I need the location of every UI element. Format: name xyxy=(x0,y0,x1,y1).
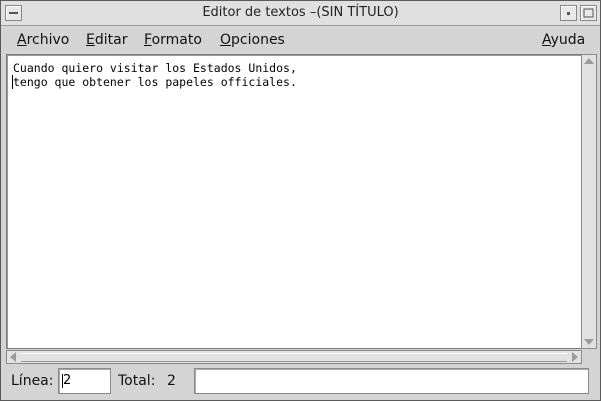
menu-ayuda[interactable]: Ayuda xyxy=(542,26,585,54)
menu-archivo-mnemonic: A xyxy=(17,32,27,48)
horizontal-scrollbar[interactable] xyxy=(6,350,582,364)
menu-editar[interactable]: Editar xyxy=(86,26,127,54)
window-title: Editor de textos –(SIN TÍTULO) xyxy=(202,5,399,20)
menu-ayuda-mnemonic: A xyxy=(542,32,551,48)
status-message-field xyxy=(194,368,589,394)
text-cursor xyxy=(12,75,13,89)
text-editor-area[interactable]: Cuando quiero visitar los Estados Unidos… xyxy=(6,54,582,349)
menu-formato-label: ormato xyxy=(151,32,202,48)
menu-editar-mnemonic: E xyxy=(86,32,95,48)
minimize-icon xyxy=(567,12,570,15)
minimize-button[interactable] xyxy=(560,5,577,21)
editor-line: Cuando quiero visitar los Estados Unidos… xyxy=(13,61,297,75)
scroll-right-arrow-icon[interactable] xyxy=(572,352,578,362)
scroll-down-arrow-icon[interactable] xyxy=(584,339,594,345)
menu-formato-mnemonic: F xyxy=(144,32,152,48)
text-editor-window: Editor de textos –(SIN TÍTULO) Archivo E… xyxy=(0,0,601,401)
scroll-up-arrow-icon[interactable] xyxy=(584,58,594,64)
scroll-left-arrow-icon[interactable] xyxy=(10,352,16,362)
menu-opciones-mnemonic: O xyxy=(220,32,232,48)
field-cursor xyxy=(62,374,63,388)
menu-ayuda-label: yuda xyxy=(550,32,586,48)
total-label: Total: xyxy=(118,373,156,389)
scrollbar-track[interactable] xyxy=(21,353,567,362)
line-label: Línea: xyxy=(11,373,54,389)
title-bar[interactable]: Editor de textos –(SIN TÍTULO) xyxy=(1,1,600,26)
line-number-value: 2 xyxy=(63,373,72,388)
editor-text[interactable]: Cuando quiero visitar los Estados Unidos… xyxy=(13,61,577,344)
menu-archivo-label: rchivo xyxy=(26,32,70,48)
menu-editar-label: ditar xyxy=(94,32,128,48)
menu-opciones-label: pciones xyxy=(231,32,285,48)
editor-line: tengo que obtener los papeles officiales… xyxy=(13,75,297,89)
total-value: 2 xyxy=(167,373,176,389)
menu-archivo[interactable]: Archivo xyxy=(17,26,69,54)
maximize-icon xyxy=(583,8,594,18)
menu-bar: Archivo Editar Formato Opciones Ayuda xyxy=(1,26,600,54)
vertical-scrollbar[interactable] xyxy=(581,54,597,349)
status-bar: Línea: 2 Total: 2 xyxy=(1,364,600,400)
line-number-field[interactable]: 2 xyxy=(58,368,111,394)
menu-formato[interactable]: Formato xyxy=(144,26,202,54)
maximize-button[interactable] xyxy=(580,5,597,21)
menu-opciones[interactable]: Opciones xyxy=(220,26,285,54)
